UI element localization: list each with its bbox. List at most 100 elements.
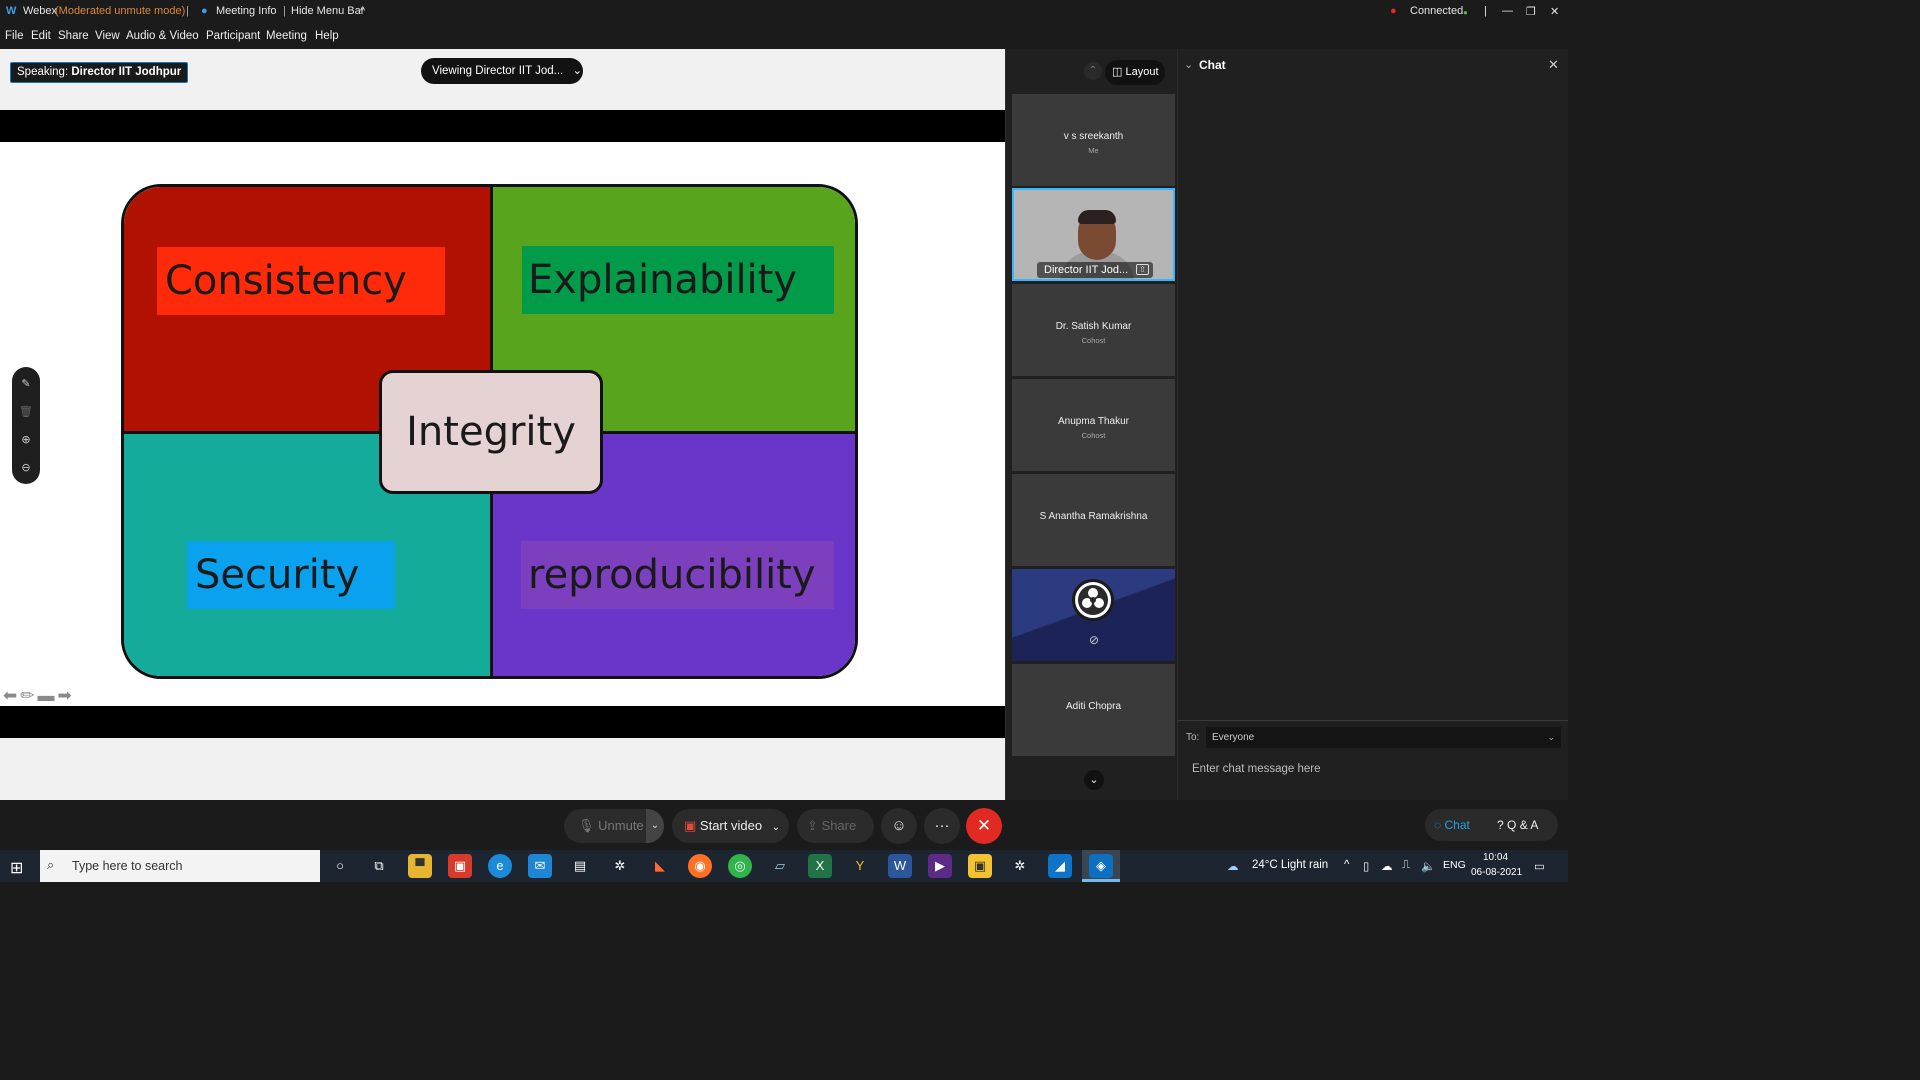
pen-annotate-icon[interactable]: ✎ bbox=[12, 377, 40, 390]
firefox-icon[interactable]: ◉ bbox=[688, 854, 712, 878]
participant-name: v s sreekanth bbox=[1063, 131, 1124, 142]
file-explorer-icon[interactable]: ▀ bbox=[408, 854, 432, 878]
clock-date[interactable]: 06-08-2021 bbox=[1471, 867, 1522, 878]
close-window-icon[interactable]: ✕ bbox=[1550, 5, 1559, 18]
hide-menu-bar-button[interactable]: Hide Menu Bar bbox=[291, 5, 364, 17]
webex-taskbar-icon[interactable]: ◈ bbox=[1089, 854, 1113, 878]
active-indicator bbox=[1082, 879, 1120, 882]
pencil-icon[interactable]: ✏ bbox=[20, 686, 34, 706]
chat-message-input[interactable] bbox=[1183, 756, 1561, 782]
tray-volume-icon[interactable]: 🔈 bbox=[1421, 859, 1435, 873]
settings-app-icon[interactable]: ✲ bbox=[608, 854, 632, 878]
participant-name: Dr. Satish Kumar bbox=[1055, 321, 1132, 332]
mail-icon[interactable]: ✉ bbox=[528, 854, 552, 878]
sticky-notes-icon[interactable]: ▣ bbox=[968, 854, 992, 878]
viewing-selector[interactable]: Viewing Director IIT Jod... ⌄ bbox=[421, 58, 583, 84]
menu-edit[interactable]: Edit bbox=[31, 30, 51, 42]
share-button[interactable]: ⇪ Share bbox=[797, 809, 874, 843]
scroll-down-icon[interactable]: ⌄ bbox=[1084, 770, 1104, 790]
menu-meeting[interactable]: Meeting bbox=[266, 30, 307, 42]
menu-help[interactable]: Help bbox=[315, 30, 339, 42]
tray-chevron-icon[interactable]: ^ bbox=[1344, 859, 1349, 871]
menu-share[interactable]: Share bbox=[58, 30, 89, 42]
participant-tile[interactable]: Anupma Thakur Cohost bbox=[1012, 379, 1175, 471]
clock-time[interactable]: 10:04 bbox=[1483, 852, 1508, 863]
tray-battery-icon[interactable]: ▯ bbox=[1363, 859, 1369, 873]
notes-icon[interactable]: ▬ bbox=[38, 686, 55, 706]
matlab-icon[interactable]: ◣ bbox=[648, 854, 672, 878]
record-icon: ● bbox=[1390, 5, 1397, 17]
notes-app-icon[interactable]: ▱ bbox=[768, 854, 792, 878]
taskbar-search[interactable]: Type here to search bbox=[40, 850, 320, 882]
sharing-icon: ⇧ bbox=[1136, 264, 1149, 275]
participant-tile[interactable]: S Anantha Ramakrishna bbox=[1012, 474, 1175, 566]
word-icon[interactable]: W bbox=[888, 854, 912, 878]
arrow-right-icon[interactable]: ➡ bbox=[58, 686, 72, 706]
tray-network-icon[interactable]: ⎍ bbox=[1402, 859, 1410, 872]
settings-gear-icon[interactable]: ✲ bbox=[1008, 854, 1032, 878]
menu-participant[interactable]: Participant bbox=[206, 30, 260, 42]
participant-tile[interactable]: v s sreekanth Me bbox=[1012, 94, 1175, 186]
more-options-button[interactable]: ··· bbox=[924, 808, 960, 844]
menu-view[interactable]: View bbox=[95, 30, 120, 42]
close-chat-icon[interactable]: ✕ bbox=[1548, 57, 1559, 73]
title-bar: W Webex (Moderated unmute mode) | ● Meet… bbox=[0, 0, 1568, 24]
video-name-label: Director IIT Jod... ⇧ bbox=[1037, 262, 1153, 278]
menu-file[interactable]: File bbox=[5, 30, 24, 42]
windows-start-icon[interactable]: ⊞ bbox=[10, 858, 23, 878]
label-consistency: Consistency bbox=[157, 247, 445, 315]
reactions-button[interactable]: ☺ bbox=[881, 808, 917, 844]
participant-tile[interactable]: ⊘ bbox=[1012, 569, 1175, 661]
office-icon[interactable]: ▣ bbox=[448, 854, 472, 878]
language-indicator[interactable]: ENG bbox=[1443, 859, 1466, 871]
participant-name: S Anantha Ramakrishna bbox=[1039, 511, 1148, 522]
separator: | bbox=[283, 5, 286, 17]
chrome-icon[interactable]: ◎ bbox=[728, 854, 752, 878]
chat-toggle-button[interactable]: ◌ Chat bbox=[1425, 809, 1488, 841]
letterbox-top bbox=[0, 110, 1005, 142]
tray-onedrive-icon[interactable]: ☁ bbox=[1381, 859, 1393, 873]
layout-button[interactable]: ◫ Layout bbox=[1105, 60, 1165, 85]
scroll-up-icon[interactable]: ⌃ bbox=[1084, 62, 1102, 80]
connection-status: Connected bbox=[1410, 5, 1464, 17]
participant-name: Aditi Chopra bbox=[1065, 701, 1122, 712]
participant-tile[interactable]: Dr. Satish Kumar Cohost bbox=[1012, 284, 1175, 376]
participant-tile[interactable]: Aditi Chopra bbox=[1012, 664, 1175, 756]
photos-icon[interactable]: ◢ bbox=[1048, 854, 1072, 878]
meeting-info-button[interactable]: Meeting Info bbox=[216, 5, 277, 17]
participant-video-tile[interactable]: Director IIT Jod... ⇧ bbox=[1012, 188, 1175, 281]
trash-icon[interactable]: 🗑 bbox=[12, 405, 40, 418]
excel-icon[interactable]: X bbox=[808, 854, 832, 878]
edge-icon[interactable]: e bbox=[488, 854, 512, 878]
zoom-out-icon[interactable]: ⊖ bbox=[12, 461, 40, 474]
start-video-button[interactable]: ▣ Start video ⌄ bbox=[672, 809, 789, 843]
menu-audio-video[interactable]: Audio & Video bbox=[126, 30, 199, 42]
zoom-in-icon[interactable]: ⊕ bbox=[12, 433, 40, 446]
media-app-icon[interactable]: ▶ bbox=[928, 854, 952, 878]
notifications-icon[interactable]: ▭ bbox=[1534, 859, 1545, 873]
chat-panel bbox=[1177, 49, 1568, 800]
camera-off-icon: ⊘ bbox=[1088, 633, 1100, 647]
arrow-left-icon[interactable]: ⬅ bbox=[3, 686, 17, 706]
qa-button[interactable]: ? Q & A bbox=[1488, 809, 1558, 841]
app-yk-icon[interactable]: Y bbox=[848, 854, 872, 878]
mic-muted-icon: 🎙 bbox=[578, 818, 595, 833]
separator: | bbox=[1484, 5, 1487, 17]
chat-recipient-select[interactable]: Everyone ⌄ bbox=[1206, 727, 1561, 748]
task-view-icon[interactable]: ⧉ bbox=[367, 854, 391, 878]
minimize-icon[interactable]: — bbox=[1502, 5, 1513, 17]
collapse-chevron-icon[interactable]: ⌄ bbox=[1184, 58, 1193, 71]
chevron-down-icon: ⌄ bbox=[572, 65, 583, 77]
obs-avatar-icon bbox=[1072, 579, 1114, 621]
chevron-down-icon: ⌄ bbox=[1547, 732, 1555, 742]
restore-icon[interactable]: ❐ bbox=[1526, 5, 1536, 18]
qa-icon: ? bbox=[1497, 818, 1504, 832]
store-icon[interactable]: ▤ bbox=[568, 854, 592, 878]
app-name: Webex bbox=[23, 5, 58, 17]
leave-meeting-button[interactable]: ✕ bbox=[966, 808, 1002, 844]
cortana-icon[interactable]: ○ bbox=[328, 854, 352, 878]
chevron-up-icon[interactable]: ^ bbox=[360, 5, 365, 17]
weather-text[interactable]: 24°C Light rain bbox=[1252, 859, 1328, 871]
label-integrity: Integrity bbox=[379, 370, 603, 494]
weather-cloud-icon: ☁ bbox=[1227, 861, 1239, 873]
